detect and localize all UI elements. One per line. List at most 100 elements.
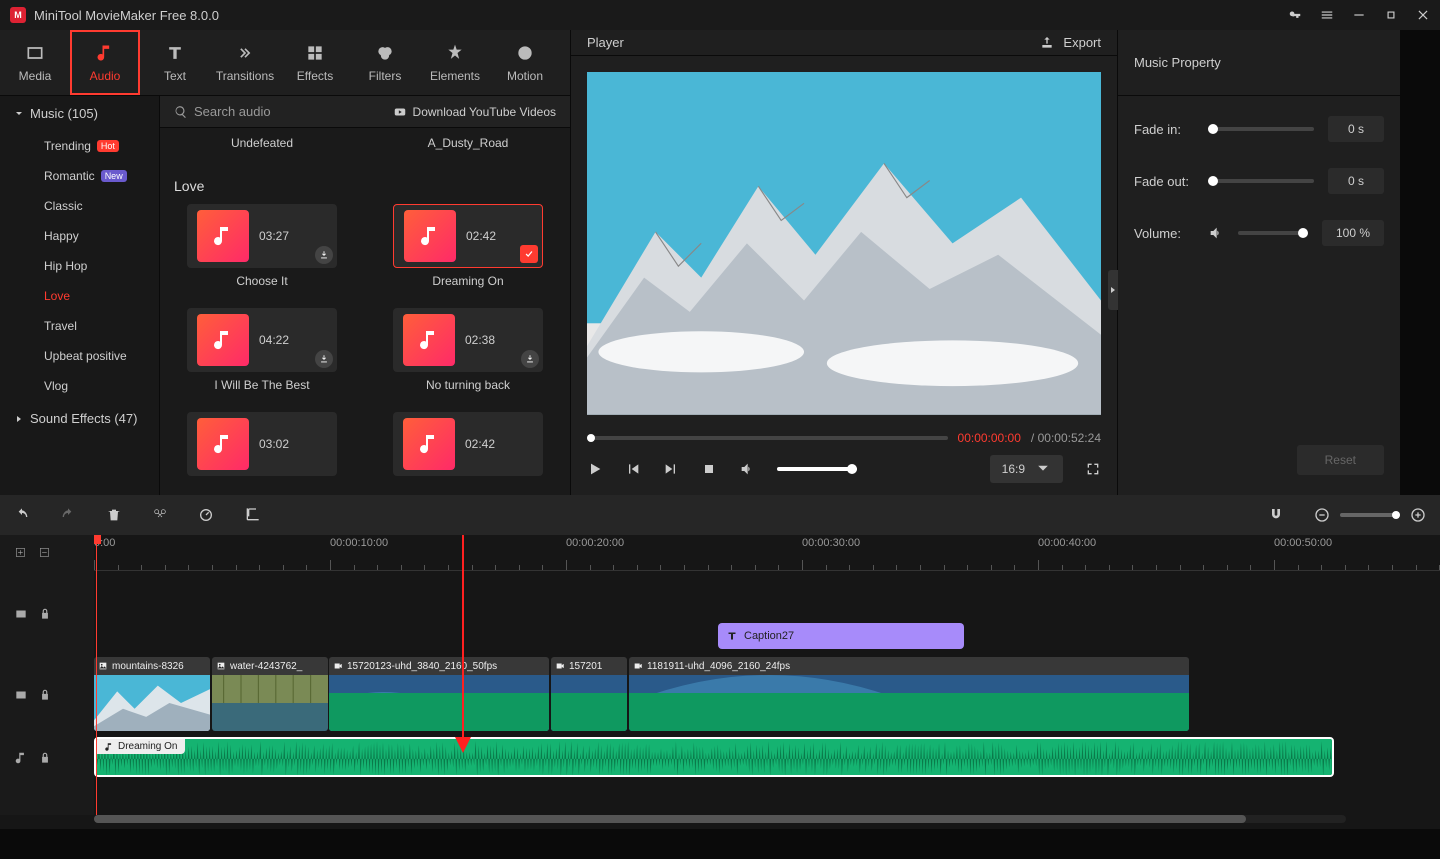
caption-clip[interactable]: Caption27 (718, 623, 964, 649)
category-sfx[interactable]: Sound Effects (47) (0, 401, 159, 436)
tab-effects[interactable]: Effects (280, 30, 350, 95)
maximize-icon[interactable] (1384, 8, 1398, 22)
export-button[interactable]: Export (1039, 35, 1101, 51)
fadein-slider[interactable] (1208, 127, 1314, 131)
video-preview[interactable] (587, 72, 1101, 415)
audio-clip[interactable]: Dreaming On (94, 737, 1334, 777)
undo-button[interactable] (14, 507, 30, 523)
subcat-romantic[interactable]: RomanticNew (0, 161, 159, 191)
delete-button[interactable] (106, 507, 122, 523)
tab-text[interactable]: Text (140, 30, 210, 95)
subcat-travel[interactable]: Travel (0, 311, 159, 341)
timeline-tracks[interactable]: 0:0000:00:10:0000:00:20:0000:00:30:0000:… (94, 535, 1440, 815)
properties-title: Music Property (1134, 55, 1221, 70)
fadein-value[interactable]: 0 s (1328, 116, 1384, 142)
lock-icon[interactable] (38, 688, 52, 702)
fadeout-slider[interactable] (1208, 179, 1314, 183)
fadeout-label: Fade out: (1134, 174, 1194, 189)
seek-bar[interactable] (587, 436, 948, 440)
panel-collapse-handle[interactable] (1108, 270, 1118, 310)
timeline-toolbar (0, 495, 1440, 535)
playhead[interactable] (96, 535, 97, 815)
tab-filters[interactable]: Filters (350, 30, 420, 95)
zoom-slider[interactable] (1340, 513, 1400, 517)
search-icon (174, 105, 188, 119)
category-music[interactable]: Music (105) (0, 96, 159, 131)
audio-item[interactable]: 02:38 No turning back (380, 308, 556, 392)
fullscreen-button[interactable] (1085, 461, 1101, 477)
tab-elements[interactable]: Elements (420, 30, 490, 95)
stop-button[interactable] (701, 461, 717, 477)
time-total: / 00:00:52:24 (1031, 431, 1101, 445)
audio-item[interactable]: 02:42 Dreaming On (380, 204, 556, 288)
minimize-icon[interactable] (1352, 8, 1366, 22)
audio-item[interactable]: 03:27 Choose It (174, 204, 350, 288)
audio-duration: 02:42 (465, 437, 495, 451)
audio-item[interactable]: 04:22 I Will Be The Best (174, 308, 350, 392)
next-button[interactable] (663, 461, 679, 477)
aspect-select[interactable]: 16:9 (990, 455, 1063, 483)
subcat-happy[interactable]: Happy (0, 221, 159, 251)
subcat-vlog[interactable]: Vlog (0, 371, 159, 401)
timeline-scrollbar[interactable] (94, 815, 1346, 823)
volume-slider[interactable] (777, 467, 857, 471)
audio-name: I Will Be The Best (214, 378, 309, 392)
collapse-tracks-icon[interactable] (38, 546, 52, 560)
zoom-out-button[interactable] (1314, 507, 1330, 523)
subcat-trending[interactable]: TrendingHot (0, 131, 159, 161)
magnet-icon[interactable] (1268, 507, 1284, 523)
volume-icon[interactable] (739, 461, 755, 477)
menu-icon[interactable] (1320, 8, 1334, 22)
volume-prop-value[interactable]: 100 % (1322, 220, 1384, 246)
volume-prop-slider[interactable] (1238, 231, 1308, 235)
tab-media[interactable]: Media (0, 30, 70, 95)
video-clip[interactable]: mountains-8326 (94, 657, 210, 731)
key-icon[interactable] (1288, 8, 1302, 22)
search-input[interactable]: Search audio (194, 104, 271, 119)
speed-button[interactable] (198, 507, 214, 523)
audio-name: Undefeated (231, 136, 293, 150)
category-sidebar: Music (105) TrendingHot RomanticNew Clas… (0, 96, 160, 495)
crop-button[interactable] (244, 507, 260, 523)
library-tabs: Media Audio Text Transitions Effects Fil… (0, 30, 570, 96)
app-icon: M (10, 7, 26, 23)
redo-button[interactable] (60, 507, 76, 523)
reset-button[interactable]: Reset (1297, 445, 1384, 475)
video-clip[interactable]: 1181911-uhd_4096_2160_24fps (629, 657, 1189, 731)
timeline-ruler[interactable]: 0:0000:00:10:0000:00:20:0000:00:30:0000:… (94, 535, 1440, 571)
audio-name: Choose It (236, 274, 287, 288)
youtube-download-link[interactable]: Download YouTube Videos (393, 105, 556, 119)
music-icon (403, 314, 455, 366)
tab-audio[interactable]: Audio (70, 30, 140, 95)
lock-icon[interactable] (38, 607, 52, 621)
add-track-icon[interactable] (14, 546, 28, 560)
player-title: Player (587, 35, 624, 50)
audio-item[interactable]: 02:42 (380, 412, 556, 482)
audio-duration: 02:42 (466, 229, 496, 243)
split-button[interactable] (152, 507, 168, 523)
subcat-love[interactable]: Love (0, 281, 159, 311)
subcat-classic[interactable]: Classic (0, 191, 159, 221)
music-icon (197, 314, 249, 366)
download-badge[interactable] (315, 246, 333, 264)
lock-icon[interactable] (38, 751, 52, 765)
audio-duration: 03:27 (259, 229, 289, 243)
subcat-upbeat[interactable]: Upbeat positive (0, 341, 159, 371)
close-icon[interactable] (1416, 8, 1430, 22)
fadein-label: Fade in: (1134, 122, 1194, 137)
tab-transitions[interactable]: Transitions (210, 30, 280, 95)
zoom-in-button[interactable] (1410, 507, 1426, 523)
play-button[interactable] (587, 461, 603, 477)
video-clip[interactable]: water-4243762_ (212, 657, 328, 731)
audio-item[interactable]: 03:02 (174, 412, 350, 482)
video-clip[interactable]: 157201 (551, 657, 627, 731)
time-current: 00:00:00:00 (958, 431, 1021, 445)
tab-motion[interactable]: Motion (490, 30, 560, 95)
badge-new: New (101, 170, 127, 182)
subcat-hiphop[interactable]: Hip Hop (0, 251, 159, 281)
download-badge[interactable] (315, 350, 333, 368)
download-badge[interactable] (521, 350, 539, 368)
fadeout-value[interactable]: 0 s (1328, 168, 1384, 194)
video-clip[interactable]: 15720123-uhd_3840_2160_50fps (329, 657, 549, 731)
prev-button[interactable] (625, 461, 641, 477)
